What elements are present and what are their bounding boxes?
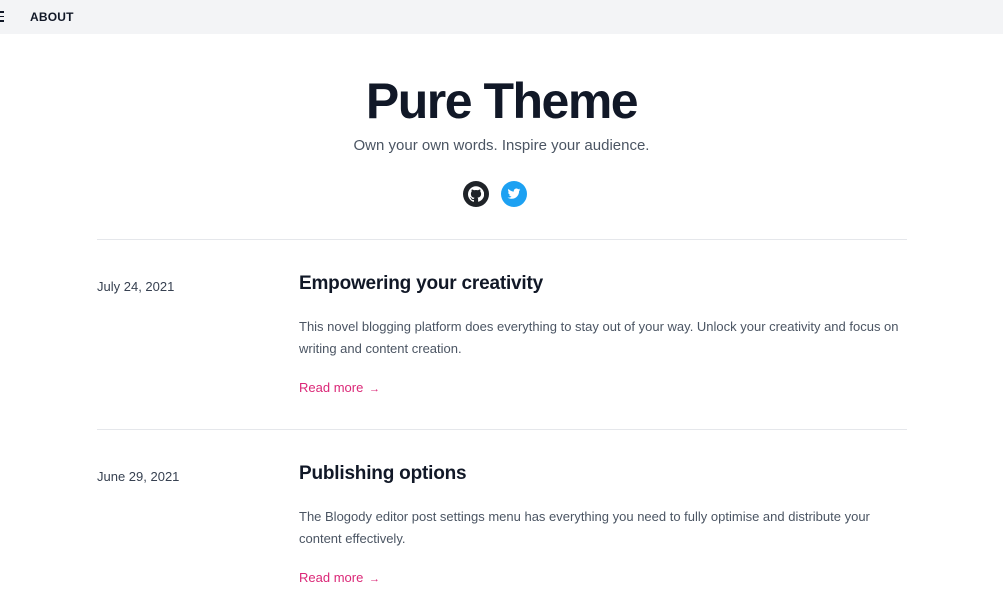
header-divider bbox=[97, 239, 907, 240]
post-title-link[interactable]: Empowering your creativity bbox=[299, 273, 543, 295]
read-more-label: Read more bbox=[299, 570, 364, 585]
post-date: June 29, 2021 bbox=[97, 469, 180, 484]
site-title: Pure Theme bbox=[365, 73, 639, 129]
twitter-icon-glyph bbox=[507, 188, 521, 199]
menu-icon[interactable] bbox=[0, 11, 4, 22]
arrow-right-icon: → bbox=[368, 383, 380, 395]
github-icon[interactable] bbox=[463, 181, 489, 207]
twitter-icon[interactable] bbox=[501, 181, 527, 207]
post-excerpt: This novel blogging platform does everyt… bbox=[299, 319, 899, 356]
social-links bbox=[463, 181, 527, 207]
read-more-label: Read more bbox=[299, 380, 364, 395]
nav-about-link[interactable]: ABOUT bbox=[30, 10, 74, 24]
read-more-link[interactable]: Read more → bbox=[299, 380, 380, 395]
read-more-link[interactable]: Read more → bbox=[299, 570, 380, 585]
arrow-right-icon: → bbox=[368, 573, 380, 585]
post-title-link[interactable]: Publishing options bbox=[299, 463, 467, 485]
site-tagline: Own your own words. Inspire your audienc… bbox=[353, 137, 650, 154]
github-icon-glyph bbox=[468, 186, 484, 202]
post-divider bbox=[97, 429, 907, 430]
post-date: July 24, 2021 bbox=[97, 279, 175, 294]
top-navigation-bar: ABOUT bbox=[0, 0, 1003, 34]
post-excerpt: The Blogody editor post settings menu ha… bbox=[299, 509, 870, 546]
